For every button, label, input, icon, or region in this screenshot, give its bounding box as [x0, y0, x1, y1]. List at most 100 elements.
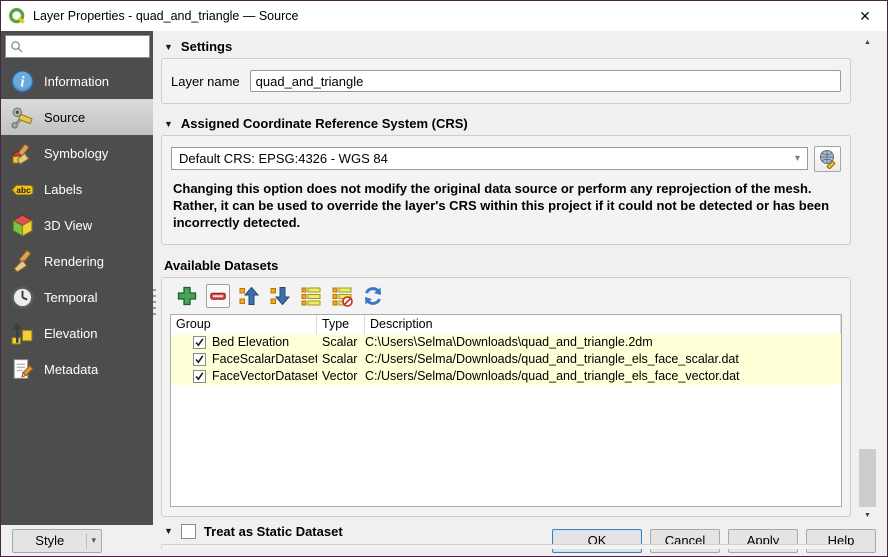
style-button[interactable]: Style ▾	[12, 529, 102, 553]
svg-text:abc: abc	[16, 185, 31, 195]
sidebar-item-label: Labels	[44, 182, 82, 197]
chevron-down-icon: ▾	[91, 535, 96, 546]
crs-section-header[interactable]: ▼ Assigned Coordinate Reference System (…	[161, 111, 851, 135]
checkbox-checked[interactable]	[193, 336, 206, 349]
checkbox-checked[interactable]	[193, 353, 206, 366]
expand-all-button[interactable]	[268, 284, 292, 308]
sidebar-item-metadata[interactable]: Metadata	[1, 351, 153, 387]
scroll-down-icon[interactable]: ▼	[859, 507, 876, 523]
collapse-arrow-icon: ▼	[164, 42, 173, 52]
dataset-type: Vector	[317, 368, 365, 385]
collapse-all-button[interactable]	[237, 284, 261, 308]
expand-all-icon	[269, 285, 291, 307]
static-dataset-checkbox[interactable]	[181, 524, 196, 539]
dialog-body: i Information Source	[1, 31, 887, 525]
dataset-description: C:/Users/Selma/Downloads/quad_and_triang…	[365, 351, 841, 368]
symbology-icon	[10, 141, 35, 166]
deselect-all-button[interactable]	[330, 284, 354, 308]
source-panel: ▼ Settings Layer name ▼ Assigned Coordin…	[153, 31, 887, 525]
select-all-icon	[300, 285, 322, 307]
static-dataset-label: Treat as Static Dataset	[204, 524, 343, 539]
splitter-handle[interactable]	[153, 289, 156, 315]
dataset-description: C:\Users\Selma\Downloads\quad_and_triang…	[365, 334, 841, 351]
static-dataset-section-header[interactable]: ▼ Treat as Static Dataset	[161, 517, 851, 544]
style-button-divider	[86, 533, 87, 549]
qgis-logo-icon	[9, 8, 26, 25]
column-header-type[interactable]: Type	[317, 315, 365, 334]
available-datasets-heading: Available Datasets	[161, 254, 851, 277]
refresh-icon	[362, 285, 384, 307]
settings-heading: Settings	[181, 39, 232, 54]
sidebar: i Information Source	[1, 31, 153, 525]
scrollbar-thumb[interactable]	[859, 449, 876, 507]
static-dataset-collapsed-frame	[161, 544, 851, 549]
datasets-table-header[interactable]: Group Type Description	[171, 315, 841, 334]
checkbox-checked[interactable]	[193, 370, 206, 383]
titlebar: Layer Properties - quad_and_triangle — S…	[1, 1, 887, 31]
settings-groupbox: Layer name	[161, 58, 851, 104]
collapse-all-icon	[238, 285, 260, 307]
clock-icon	[10, 285, 35, 310]
dataset-type: Scalar	[317, 351, 365, 368]
dataset-row-face-scalar[interactable]: FaceScalarDataset Scalar C:/Users/Selma/…	[171, 351, 841, 368]
sidebar-item-label: Metadata	[44, 362, 98, 377]
scroll-up-icon[interactable]: ▲	[859, 34, 876, 50]
reload-button[interactable]	[361, 284, 385, 308]
select-all-button[interactable]	[299, 284, 323, 308]
dataset-row-face-vector[interactable]: FaceVectorDataset Vector C:/Users/Selma/…	[171, 368, 841, 385]
column-header-group[interactable]: Group	[171, 315, 317, 334]
sidebar-item-source[interactable]: Source	[1, 99, 153, 135]
vertical-scrollbar[interactable]: ▲ ▼	[859, 34, 876, 523]
globe-edit-icon	[818, 149, 838, 169]
datasets-table[interactable]: Group Type Description Bed Elevation Sca…	[170, 314, 842, 507]
collapse-arrow-icon: ▼	[164, 119, 173, 129]
settings-section-header[interactable]: ▼ Settings	[161, 34, 851, 58]
table-empty-area	[171, 385, 841, 506]
layer-name-label: Layer name	[171, 74, 240, 89]
dataset-group-name: Bed Elevation	[212, 335, 289, 349]
sidebar-item-label: Information	[44, 74, 109, 89]
search-icon	[10, 40, 23, 53]
sidebar-item-label: Symbology	[44, 146, 108, 161]
search-input[interactable]	[27, 40, 145, 54]
sidebar-item-rendering[interactable]: Rendering	[1, 243, 153, 279]
remove-dataset-button[interactable]	[206, 284, 230, 308]
metadata-icon	[10, 357, 35, 382]
sidebar-item-label: Source	[44, 110, 85, 125]
sidebar-item-label: 3D View	[44, 218, 92, 233]
dataset-description: C:/Users/Selma/Downloads/quad_and_triang…	[365, 368, 841, 385]
column-header-description[interactable]: Description	[365, 315, 841, 334]
close-button[interactable]: ✕	[843, 1, 887, 31]
layer-name-input[interactable]	[250, 70, 841, 92]
style-button-label: Style	[13, 533, 86, 548]
source-tools-icon	[10, 105, 35, 130]
remove-icon	[208, 286, 228, 306]
sidebar-item-elevation[interactable]: Elevation	[1, 315, 153, 351]
window-title: Layer Properties - quad_and_triangle — S…	[33, 9, 836, 23]
chevron-down-icon: ▾	[795, 153, 800, 164]
paintbrush-icon	[10, 249, 35, 274]
cube-3d-icon	[10, 213, 35, 238]
crs-heading: Assigned Coordinate Reference System (CR…	[181, 116, 468, 131]
select-crs-button[interactable]	[814, 146, 841, 172]
sidebar-item-temporal[interactable]: Temporal	[1, 279, 153, 315]
sidebar-item-3d-view[interactable]: 3D View	[1, 207, 153, 243]
add-icon	[176, 285, 198, 307]
labels-icon: abc	[10, 177, 35, 202]
dataset-type: Scalar	[317, 334, 365, 351]
sidebar-item-information[interactable]: i Information	[1, 63, 153, 99]
deselect-all-icon	[331, 285, 353, 307]
sidebar-item-labels[interactable]: abc Labels	[1, 171, 153, 207]
crs-groupbox: Default CRS: EPSG:4326 - WGS 84 ▾ Changi…	[161, 135, 851, 245]
datasets-groupbox: Group Type Description Bed Elevation Sca…	[161, 277, 851, 517]
dataset-row-bed-elevation[interactable]: Bed Elevation Scalar C:\Users\Selma\Down…	[171, 334, 841, 351]
sidebar-search[interactable]	[5, 35, 150, 58]
crs-note: Changing this option does not modify the…	[171, 181, 841, 232]
datasets-toolbar	[170, 281, 842, 312]
sidebar-item-symbology[interactable]: Symbology	[1, 135, 153, 171]
collapse-arrow-icon: ▼	[164, 526, 173, 536]
crs-combobox[interactable]: Default CRS: EPSG:4326 - WGS 84 ▾	[171, 147, 808, 170]
information-icon: i	[10, 69, 35, 94]
add-dataset-button[interactable]	[175, 284, 199, 308]
crs-selected-value: Default CRS: EPSG:4326 - WGS 84	[179, 151, 795, 166]
